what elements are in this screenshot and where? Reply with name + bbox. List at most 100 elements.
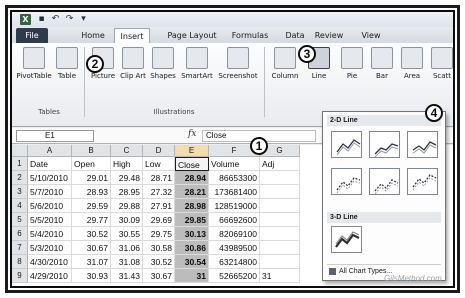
table-cell[interactable]: 5/6/2010 [28, 199, 72, 213]
table-cell[interactable] [260, 185, 300, 199]
column-header-a[interactable]: A [28, 145, 72, 157]
table-cell[interactable]: 30.55 [111, 227, 143, 241]
table-cell[interactable]: 30.86 [175, 241, 209, 255]
tab-view[interactable]: View [356, 28, 386, 43]
table-cell[interactable] [260, 241, 300, 255]
undo-icon[interactable]: ↶ [50, 14, 61, 25]
name-box[interactable]: E1 [16, 130, 94, 142]
table-cell[interactable]: 31 [260, 269, 300, 283]
column-title-cell[interactable]: Open [72, 157, 111, 171]
column-title-cell[interactable]: Date [28, 157, 72, 171]
select-all-corner[interactable] [12, 145, 28, 157]
column-header-d[interactable]: D [143, 145, 175, 157]
table-cell[interactable]: 28.93 [72, 185, 111, 199]
clip-art-button[interactable]: Clip Art [120, 47, 146, 80]
table-cell[interactable]: 5/5/2010 [28, 213, 72, 227]
table-cell[interactable]: 30.93 [72, 269, 111, 283]
row-header[interactable]: 2 [12, 171, 28, 185]
row-header[interactable]: 1 [12, 157, 28, 171]
row-header[interactable]: 4 [12, 199, 28, 213]
row-header[interactable]: 8 [12, 255, 28, 269]
excel-icon[interactable]: X [20, 14, 31, 25]
line-chart-thumbnail[interactable] [369, 131, 400, 158]
row-header[interactable]: 7 [12, 241, 28, 255]
table-cell[interactable]: 30.13 [175, 227, 209, 241]
area-chart-button[interactable]: Area [398, 47, 426, 80]
column-title-cell[interactable]: Adj [260, 157, 300, 171]
table-cell[interactable]: 66692600 [209, 213, 260, 227]
tab-formulas[interactable]: Formulas [228, 28, 272, 43]
table-cell[interactable] [260, 227, 300, 241]
table-cell[interactable]: 31.43 [111, 269, 143, 283]
table-cell[interactable] [260, 171, 300, 185]
table-cell[interactable]: 30.67 [72, 241, 111, 255]
tab-review[interactable]: Review [312, 28, 346, 43]
table-cell[interactable]: 43989500 [209, 241, 260, 255]
tab-insert[interactable]: Insert [114, 28, 150, 43]
table-cell[interactable]: 31.08 [111, 255, 143, 269]
table-cell[interactable]: 5/10/2010 [28, 171, 72, 185]
table-cell[interactable]: 30.09 [111, 213, 143, 227]
table-cell[interactable]: 28.94 [175, 171, 209, 185]
table-cell[interactable]: 28.71 [143, 171, 175, 185]
table-cell[interactable]: 29.48 [111, 171, 143, 185]
line-chart-thumbnail[interactable] [407, 131, 438, 158]
table-cell[interactable]: 30.52 [143, 255, 175, 269]
smartart-button[interactable]: SmartArt [180, 47, 214, 80]
table-cell[interactable]: 173681400 [209, 185, 260, 199]
tab-data[interactable]: Data [280, 28, 310, 43]
table-cell[interactable]: 30.58 [143, 241, 175, 255]
save-icon[interactable]: ▪ [36, 14, 47, 25]
table-cell[interactable]: 27.91 [143, 199, 175, 213]
table-cell[interactable]: 5/3/2010 [28, 241, 72, 255]
table-cell[interactable]: 29.75 [143, 227, 175, 241]
shapes-button[interactable]: Shapes [148, 47, 178, 80]
table-button[interactable]: Table [54, 47, 80, 80]
line-chart-thumbnail[interactable] [407, 168, 438, 195]
column-header-b[interactable]: B [72, 145, 111, 157]
table-cell[interactable]: 29.59 [72, 199, 111, 213]
tab-page-layout[interactable]: Page Layout [162, 28, 222, 43]
fx-icon[interactable]: fx [188, 129, 196, 139]
column-header-e[interactable]: E [175, 145, 209, 157]
table-cell[interactable]: 4/29/2010 [28, 269, 72, 283]
table-cell[interactable] [260, 213, 300, 227]
3d-line-thumbnail[interactable] [331, 226, 362, 253]
table-cell[interactable]: 28.21 [175, 185, 209, 199]
table-cell[interactable]: 29.77 [72, 213, 111, 227]
column-header-c[interactable]: C [111, 145, 143, 157]
column-title-cell[interactable]: Close [175, 157, 209, 171]
row-header[interactable]: 6 [12, 227, 28, 241]
table-cell[interactable]: 31.07 [72, 255, 111, 269]
table-cell[interactable] [260, 255, 300, 269]
chevron-down-icon[interactable]: ▾ [78, 14, 89, 25]
screenshot-button[interactable]: Screenshot [216, 47, 260, 80]
table-cell[interactable] [260, 199, 300, 213]
row-header[interactable]: 5 [12, 213, 28, 227]
scatter-chart-button[interactable]: Scatt [428, 47, 453, 80]
tab-file[interactable]: File [16, 28, 48, 43]
table-cell[interactable]: 30.54 [175, 255, 209, 269]
column-chart-button[interactable]: Column [268, 47, 302, 80]
table-cell[interactable]: 27.32 [143, 185, 175, 199]
pivottable-button[interactable]: PivotTable [16, 47, 52, 80]
table-cell[interactable]: 4/30/2010 [28, 255, 72, 269]
table-cell[interactable]: 52665200 [209, 269, 260, 283]
table-cell[interactable]: 29.85 [175, 213, 209, 227]
table-cell[interactable]: 128519000 [209, 199, 260, 213]
redo-icon[interactable]: ↷ [64, 14, 75, 25]
table-cell[interactable]: 30.67 [143, 269, 175, 283]
row-header[interactable]: 9 [12, 269, 28, 283]
table-cell[interactable]: 5/7/2010 [28, 185, 72, 199]
table-cell[interactable]: 5/4/2010 [28, 227, 72, 241]
pie-chart-button[interactable]: Pie [338, 47, 366, 80]
tab-home[interactable]: Home [76, 28, 110, 43]
table-cell[interactable]: 82069100 [209, 227, 260, 241]
table-cell[interactable]: 30.52 [72, 227, 111, 241]
table-cell[interactable]: 63214800 [209, 255, 260, 269]
line-chart-thumbnail[interactable] [369, 168, 400, 195]
table-cell[interactable]: 28.98 [175, 199, 209, 213]
table-cell[interactable]: 29.01 [72, 171, 111, 185]
column-title-cell[interactable]: Volume [209, 157, 260, 171]
table-cell[interactable]: 29.69 [143, 213, 175, 227]
